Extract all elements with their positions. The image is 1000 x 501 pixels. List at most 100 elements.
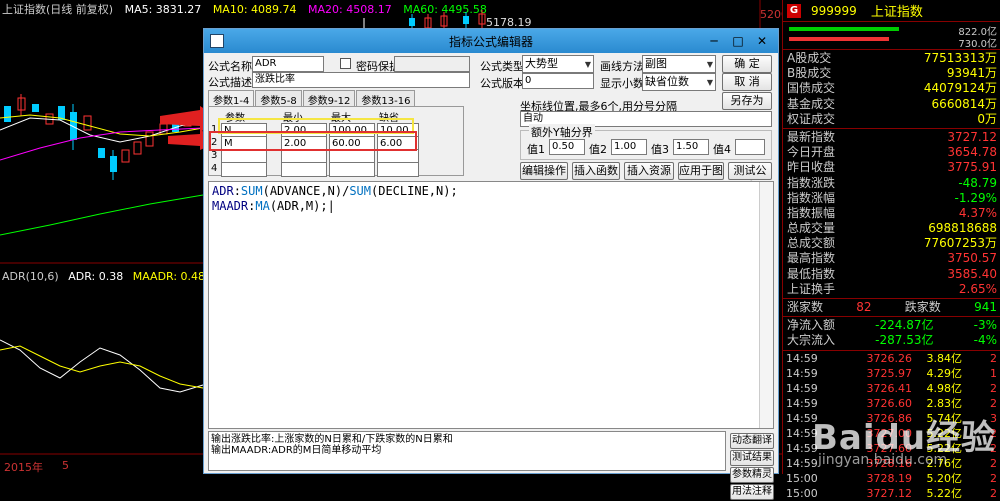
quote-row: 基金成交 6660814万 [783,97,1000,112]
formula-desc-input[interactable]: 涨跌比率 [252,72,470,88]
quote-row-value: -1.29% [954,190,997,205]
tick-price: 3725.97 [866,366,913,380]
close-icon[interactable]: ✕ [752,33,772,49]
action-button[interactable]: 测试公式 [728,162,772,193]
flow-label: 净流入额 [787,318,836,333]
side-button[interactable]: 测试结果 [730,450,774,466]
password-checkbox[interactable] [340,58,351,69]
code-editor[interactable]: ADR:SUM(ADVANCE,N)/SUM(DECLINE,N); MAADR… [208,181,774,429]
code-line-2: MAADR:MA(ADR,M);| [212,199,335,213]
up-count: 82 [856,300,872,314]
dialog-titlebar[interactable]: 指标公式编辑器 ─ □ ✕ [204,29,778,53]
quote-row-label: 昨日收盘 [787,160,836,175]
tick-amount: 2.83亿 [926,396,963,410]
code-line-1: ADR:SUM(ADVANCE,N)/SUM(DECLINE,N); [212,184,458,198]
tick-row: 14:59 3726.41 4.98亿 2 [783,381,1000,396]
up-count-label: 涨家数 [787,300,824,314]
tick-row: 14:59 3726.60 2.83亿 2 [783,396,1000,411]
quote-row: 总成交量 698818688 [783,221,1000,236]
tick-time: 14:59 [786,366,818,380]
action-button[interactable]: 应用于图 [678,162,724,180]
tick-price: 3727.12 [866,486,913,500]
quote-row: 今日开盘 3654.78 [783,145,1000,160]
quote-row: 指数涨幅 -1.29% [783,191,1000,206]
tick-count: 2 [990,486,997,500]
quote-row-label: B股成交 [787,66,832,81]
quote-row-label: 基金成交 [787,96,836,111]
action-button[interactable]: 插入函数 [572,162,620,180]
side-button[interactable]: 动态翻译 [730,433,774,449]
flow-section: 净流入额 -224.87亿 -3% 大宗流入 -287.53亿 -4% [783,317,1000,351]
action-button[interactable]: 插入资源 [624,162,674,180]
tick-row: 15:00 3728.19 5.20亿 2 [783,471,1000,486]
market-badge: G [787,3,801,18]
flow-label: 大宗流入 [787,333,836,348]
quote-row-value: 77513313万 [923,51,997,65]
quote-row-value: 3585.40 [947,266,997,281]
param-default-input[interactable] [377,162,419,177]
quote-row: 昨日收盘 3775.91 [783,160,1000,175]
index-stats-section: 最新指数 3727.12 今日开盘 3654.78 昨日收盘 3775.91 指数涨跌 -48… [783,129,1000,299]
axis-value-input[interactable]: 0.50 [549,139,585,155]
tick-count: 2 [990,471,997,485]
param-min-input[interactable] [281,162,327,177]
indicator-header: ADR(10,6) ADR: 0.38 MAADR: 0.48 [2,270,211,283]
stock-code: 999999 [811,3,857,18]
quote-title: G 999999 上证指数 [783,0,1000,22]
cancel-button[interactable]: 取 消 [722,73,772,91]
axis-value-input[interactable]: 1.00 [611,139,647,155]
tick-row: 14:59 3725.97 4.29亿 1 [783,366,1000,381]
axis-value-label: 值4 [713,143,731,156]
param-name-input[interactable] [221,162,267,177]
down-count-label: 跌家数 [904,300,941,314]
action-button[interactable]: 编辑操作 [520,162,568,180]
tick-count: 2 [990,381,997,395]
formula-name-input[interactable]: ADR [252,56,324,72]
turnover-section: A股成交 77513313万 B股成交 93941万 国债成交 44079124万 基金成交… [783,50,1000,129]
tick-price: 3726.41 [866,381,913,395]
formula-editor-dialog: 指标公式编辑器 ─ □ ✕ 公式名称 ADR 密码保护 公式类型 大势型 画线方… [203,28,779,500]
quote-row-label: 权证成交 [787,111,836,126]
tick-row: 15:00 3727.12 5.22亿 2 [783,486,1000,501]
quote-row-label: 上证换手 [787,281,836,296]
extra-axis-label: 额外Y轴分界 [529,124,595,140]
breadth-section: 涨家数 82 跌家数 941 [783,299,1000,318]
watermark-url: jingyan.baidu.com [818,452,948,468]
quote-row-value: 77607253万 [923,236,997,251]
tick-amount: 5.22亿 [926,486,963,500]
axis-value-input[interactable] [735,139,765,155]
quote-row: 国债成交 44079124万 [783,81,1000,96]
axis-value-label: 值2 [589,143,607,156]
tick-row: 14:59 3726.26 3.84亿 2 [783,351,1000,366]
side-button[interactable]: 参数精灵 [730,467,774,483]
dialog-title: 指标公式编辑器 [448,34,533,49]
stock-name: 上证指数 [870,5,923,20]
volume-bar-red [789,37,889,41]
version-input[interactable]: 0 [522,73,594,89]
param-row-number: 4 [211,163,218,174]
param-max-input[interactable] [329,162,375,177]
formula-desc-label: 公式描述 [208,76,252,89]
draw-method-select[interactable]: 副图 [642,55,716,73]
editor-scrollbar[interactable] [759,182,773,428]
tick-price: 3726.26 [866,351,913,365]
save-as-button[interactable]: 另存为 [722,92,772,110]
minimize-icon[interactable]: ─ [704,33,724,49]
indicator-name: ADR(10,6) [2,270,59,283]
volume-bars: 822.0亿 730.0亿 [783,22,1000,50]
adr-value: ADR: 0.38 [68,270,124,283]
version-label: 公式版本 [480,77,524,90]
password-input[interactable] [394,56,470,72]
ok-button[interactable]: 确 定 [722,55,772,73]
axis-value-input[interactable]: 1.50 [673,139,709,155]
description-box[interactable]: 输出涨跌比率:上涨家数的N日累和/下跌家数的N日累和 输出MAADR:ADR的M… [208,431,726,471]
decimal-select[interactable]: 缺省位数 [642,73,716,91]
quote-row-value: -48.79 [958,175,997,190]
quote-row: 总成交额 77607253万 [783,236,1000,251]
maximize-icon[interactable]: □ [728,33,748,49]
quote-row-label: 指数振幅 [787,205,836,220]
formula-type-select[interactable]: 大势型 [522,55,594,73]
side-button[interactable]: 用法注释 [730,484,774,500]
flow-value: -287.53亿 [875,333,934,348]
flow-row: 大宗流入 -287.53亿 -4% [783,333,1000,348]
